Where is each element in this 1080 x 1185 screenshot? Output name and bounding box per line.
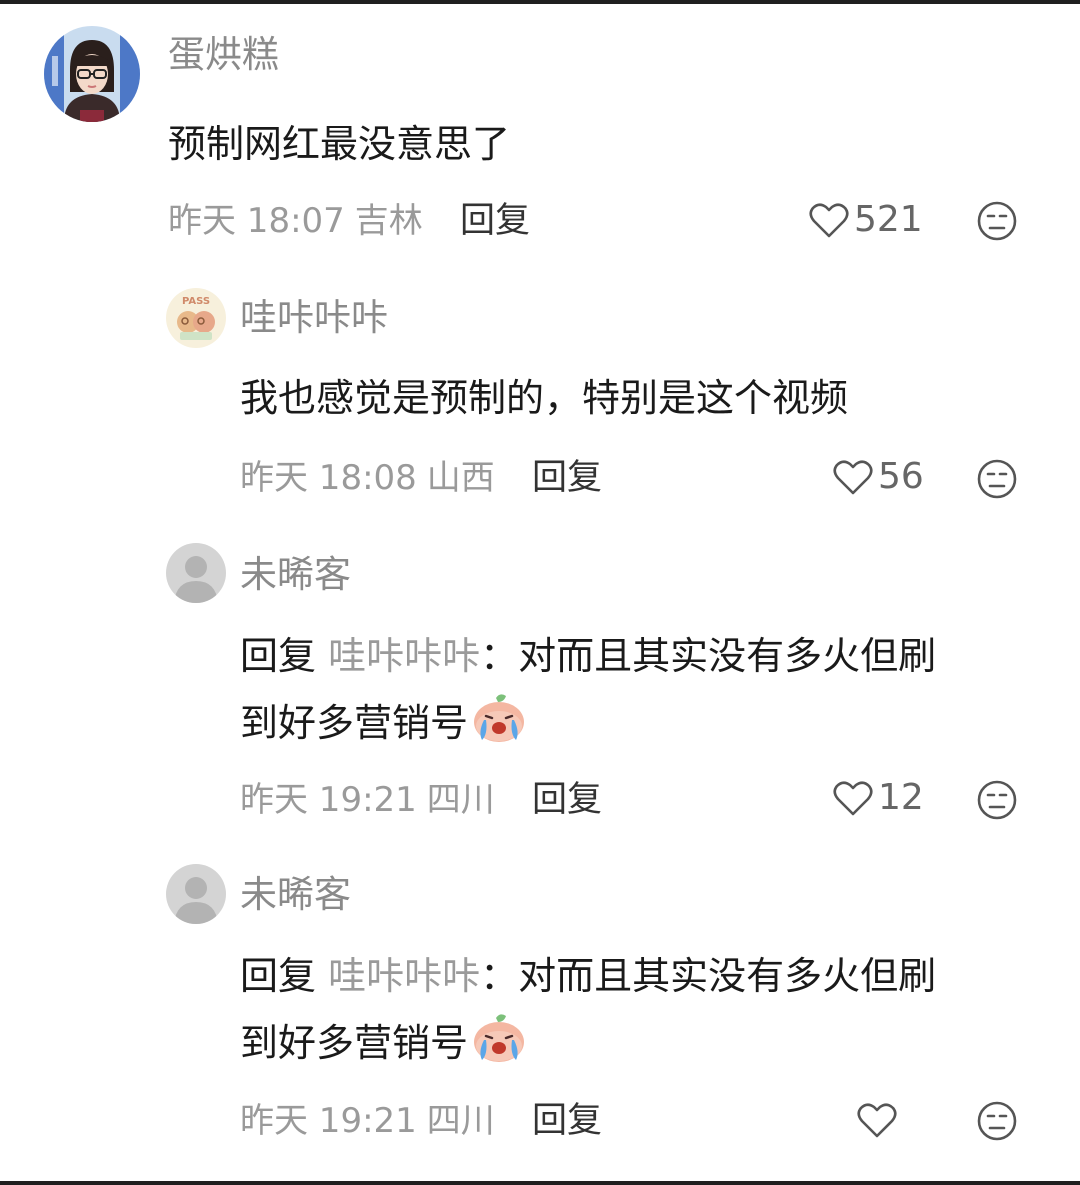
crying-peach-emoji-icon	[470, 688, 528, 746]
comment-text: 预制网红最没意思了	[168, 122, 511, 166]
comment-meta: 昨天 19:21 四川	[240, 783, 505, 817]
dislike-button[interactable]	[976, 1100, 1018, 1142]
reply-target-username[interactable]: 哇咔咔咔	[328, 954, 480, 998]
avatar[interactable]	[44, 26, 140, 122]
like-button[interactable]	[856, 1098, 902, 1142]
avatar[interactable]: PASS	[166, 288, 226, 348]
reply-button[interactable]: 回复	[532, 1104, 602, 1139]
reply-target-username[interactable]: 哇咔咔咔	[328, 634, 480, 678]
avatar[interactable]	[166, 543, 226, 603]
neutral-face-icon	[977, 1101, 1017, 1141]
top-border	[0, 0, 1080, 4]
like-count: 521	[854, 199, 923, 240]
comment-text-line2: 到好多营销号	[240, 1021, 469, 1065]
neutral-face-icon	[977, 780, 1017, 820]
like-button[interactable]: 12	[832, 776, 924, 820]
like-button[interactable]: 521	[808, 198, 923, 242]
heart-icon	[809, 203, 849, 238]
location: 山西	[426, 458, 495, 498]
reply-prefix: 回复	[240, 634, 317, 678]
heart-icon	[833, 460, 873, 495]
like-count: 12	[878, 777, 924, 818]
username[interactable]: 未晞客	[240, 556, 351, 593]
dislike-button[interactable]	[976, 200, 1018, 242]
heart-icon	[857, 1103, 897, 1138]
timestamp: 昨天 19:21	[240, 780, 417, 820]
like-count: 56	[878, 456, 924, 497]
reply-button[interactable]: 回复	[532, 461, 602, 496]
neutral-face-icon	[977, 459, 1017, 499]
username[interactable]: 哇咔咔咔	[240, 299, 388, 336]
comment-line: 回复 哇咔咔咔：对而且其实没有多火但刷	[240, 624, 936, 688]
reply-button[interactable]: 回复	[532, 783, 602, 818]
location: 吉林	[354, 201, 423, 241]
heart-icon	[833, 781, 873, 816]
dislike-button[interactable]	[976, 779, 1018, 821]
user-photo-avatar-icon	[44, 26, 140, 122]
default-gray-avatar-icon	[166, 543, 226, 603]
reply-button[interactable]: 回复	[460, 204, 530, 239]
comment-text: 我也感觉是预制的，特别是这个视频	[240, 376, 849, 420]
svg-text:PASS: PASS	[182, 296, 210, 307]
comment-text-line2: 到好多营销号	[240, 701, 469, 745]
like-button[interactable]: 56	[832, 455, 924, 499]
neutral-face-icon	[977, 201, 1017, 241]
separator: ：	[480, 634, 519, 678]
timestamp: 昨天 18:07	[168, 201, 345, 241]
comment-meta: 昨天 18:08 山西	[240, 461, 505, 495]
comment-text: 回复 哇咔咔咔：对而且其实没有多火但刷 到好多营销号	[240, 624, 936, 755]
separator: ：	[480, 954, 519, 998]
comment-text-line1: 对而且其实没有多火但刷	[518, 954, 937, 998]
comment-text-line1: 对而且其实没有多火但刷	[518, 634, 937, 678]
crying-peach-emoji-icon	[470, 1008, 528, 1066]
comment-line: 回复 哇咔咔咔：对而且其实没有多火但刷	[240, 944, 936, 1008]
username[interactable]: 未晞客	[240, 876, 351, 913]
avatar[interactable]	[166, 864, 226, 924]
username[interactable]: 蛋烘糕	[168, 36, 279, 73]
comment-meta: 昨天 18:07 吉林	[168, 204, 433, 238]
timestamp: 昨天 19:21	[240, 1101, 417, 1141]
comment-line: 到好多营销号	[240, 1008, 936, 1075]
timestamp: 昨天 18:08	[240, 458, 417, 498]
comment-text: 回复 哇咔咔咔：对而且其实没有多火但刷 到好多营销号	[240, 944, 936, 1075]
dislike-button[interactable]	[976, 458, 1018, 500]
reply-prefix: 回复	[240, 954, 317, 998]
comment-line: 到好多营销号	[240, 688, 936, 755]
comment-meta: 昨天 19:21 四川	[240, 1104, 505, 1138]
default-gray-avatar-icon	[166, 864, 226, 924]
pass-sticker-avatar-icon: PASS	[166, 288, 226, 348]
bottom-border	[0, 1181, 1080, 1185]
location: 四川	[426, 1101, 495, 1141]
location: 四川	[426, 780, 495, 820]
